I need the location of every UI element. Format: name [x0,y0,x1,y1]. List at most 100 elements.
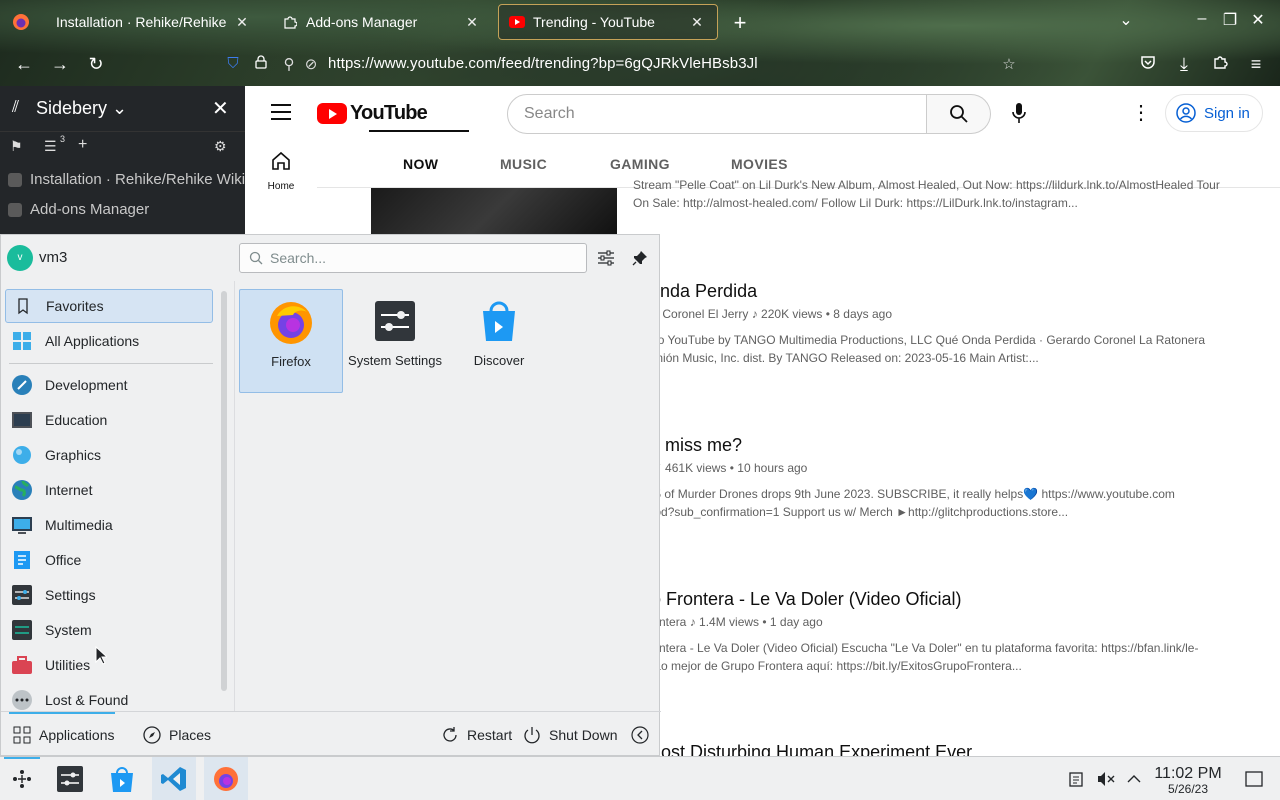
search-input[interactable]: Search [507,94,927,134]
category-education[interactable]: Education [5,403,213,437]
clock-date[interactable]: 5/26/23 [1148,782,1228,796]
chevron-down-icon[interactable]: ⌄ [1114,10,1138,30]
tab-gaming[interactable]: GAMING [610,156,670,172]
hamburger-menu-icon[interactable]: ≡ [1244,52,1268,76]
app-discover[interactable]: Discover [447,289,551,393]
clock-time[interactable]: 11:02 PM [1148,765,1228,783]
restore-icon[interactable]: ❐ [1218,10,1242,30]
category-system[interactable]: System [5,613,213,647]
forward-icon[interactable]: → [48,52,72,76]
bookmarks-icon[interactable]: ⚑ [10,138,23,155]
sidebar-item-home[interactable]: Home [245,150,317,192]
pin-icon[interactable] [629,247,651,269]
puzzle-icon [282,14,298,30]
multimedia-icon [12,517,32,534]
back-icon[interactable]: ← [12,52,36,76]
category-development[interactable]: Development [5,368,213,402]
video-title[interactable]: upo Frontera - Le Va Doler (Video Oficia… [631,589,962,610]
bookmark-star-icon[interactable]: ☆ [1000,55,1018,73]
pocket-icon[interactable] [1136,52,1160,76]
shutdown-button[interactable]: Shut Down [523,726,617,744]
extensions-icon[interactable] [1208,52,1232,76]
category-graphics[interactable]: Graphics [5,438,213,472]
browser-tab-active[interactable]: Trending - YouTube ✕ [498,4,718,40]
category-label: All Applications [45,333,140,349]
search-button[interactable] [927,94,991,134]
volume-muted-icon[interactable] [1096,769,1116,789]
close-icon[interactable]: ✕ [462,14,482,31]
category-label: Education [45,412,108,428]
autoplay-blocked-icon[interactable]: ⊘ [302,55,320,73]
youtube-logo-text: YouTube [350,102,428,124]
tab-now[interactable]: NOW [403,156,438,172]
toolbox-icon [12,656,32,674]
places-tab[interactable]: Places [143,726,211,744]
app-firefox[interactable]: Firefox [239,289,343,393]
url-bar[interactable]: ⛉ ⚲ ⊘ https://www.youtube.com/feed/trend… [220,48,1040,80]
sidebery-title[interactable]: Sidebery ⌄ [36,98,127,119]
category-favorites[interactable]: Favorites [5,289,213,323]
restart-button[interactable]: Restart [441,726,512,744]
more-options-icon[interactable]: ⋮ [1131,100,1151,125]
taskbar-vscode[interactable] [152,757,196,800]
configure-icon[interactable] [595,247,617,269]
chevron-up-icon[interactable] [1124,769,1144,789]
lock-icon[interactable] [252,55,270,73]
category-utilities[interactable]: Utilities [5,648,213,682]
category-internet[interactable]: Internet [5,473,213,507]
reload-icon[interactable]: ↻ [84,52,108,76]
microphone-icon[interactable] [1009,100,1029,126]
add-panel-icon[interactable]: + [78,136,87,154]
home-icon [272,151,290,170]
browser-tab[interactable]: Add-ons Manager ✕ [272,4,492,40]
firefox-menu-icon[interactable] [10,11,32,33]
launcher-search-input[interactable]: Search... [239,243,587,273]
category-label: Lost & Found [45,692,129,708]
close-icon[interactable]: ✕ [687,14,707,31]
new-tab-button[interactable]: + [728,10,752,36]
show-desktop-icon[interactable] [1244,769,1264,789]
video-title[interactable]: e Most Disturbing Human Experiment Ever [631,742,972,756]
browser-tab[interactable]: Installation · Rehike/Rehike ✕ [46,4,262,40]
video-description: o Frontera - Le Va Doler (Video Oficial)… [631,639,1231,675]
compass-icon [143,726,161,744]
close-icon[interactable]: ✕ [232,14,252,31]
taskbar-system-settings[interactable] [48,757,92,800]
leave-menu-button[interactable] [631,726,657,744]
power-icon [524,727,540,744]
gear-icon[interactable]: ⚙ [214,138,227,155]
avatar[interactable]: v [7,245,33,271]
applications-tab[interactable]: Applications [13,726,115,744]
taskbar-firefox[interactable] [204,757,248,800]
more-icon [12,690,32,710]
video-thumbnail[interactable] [371,188,617,234]
app-system-settings[interactable]: System Settings [343,289,447,393]
taskbar-discover[interactable] [100,757,144,800]
category-label: Internet [45,482,93,498]
category-settings[interactable]: Settings [5,578,213,612]
category-multimedia[interactable]: Multimedia [5,508,213,542]
category-all-applications[interactable]: All Applications [5,324,213,358]
minimize-icon[interactable]: – [1190,10,1214,28]
sidebery-tab[interactable]: Add-ons Manager [0,195,245,225]
hamburger-icon[interactable] [271,104,291,120]
youtube-logo[interactable]: YouTube [317,102,428,125]
sidebery-tab[interactable]: Installation · Rehike/Rehike Wiki [0,165,245,195]
sign-in-button[interactable]: Sign in [1165,94,1263,132]
sidebery-tab-label: Installation · Rehike/Rehike Wiki [30,171,245,188]
category-scrollbar[interactable] [221,291,227,691]
close-icon[interactable]: ✕ [212,96,229,121]
kickoff-launcher-button[interactable] [0,757,44,800]
shield-icon[interactable]: ⛉ [224,55,242,72]
category-office[interactable]: Office [5,543,213,577]
tabs-list-icon[interactable]: ☰ [44,138,57,155]
discover-icon [111,767,133,792]
video-desc-line: chprod?sub_confirmation=1 Support us w/ … [631,505,1069,519]
tab-music[interactable]: MUSIC [500,156,547,172]
tab-movies[interactable]: MOVIES [731,156,788,172]
permissions-icon[interactable]: ⚲ [280,55,298,73]
category-label: Utilities [45,657,91,673]
window-close-icon[interactable]: ✕ [1246,10,1270,30]
clipboard-icon[interactable] [1066,769,1086,789]
downloads-icon[interactable]: ⤓ [1172,52,1196,76]
